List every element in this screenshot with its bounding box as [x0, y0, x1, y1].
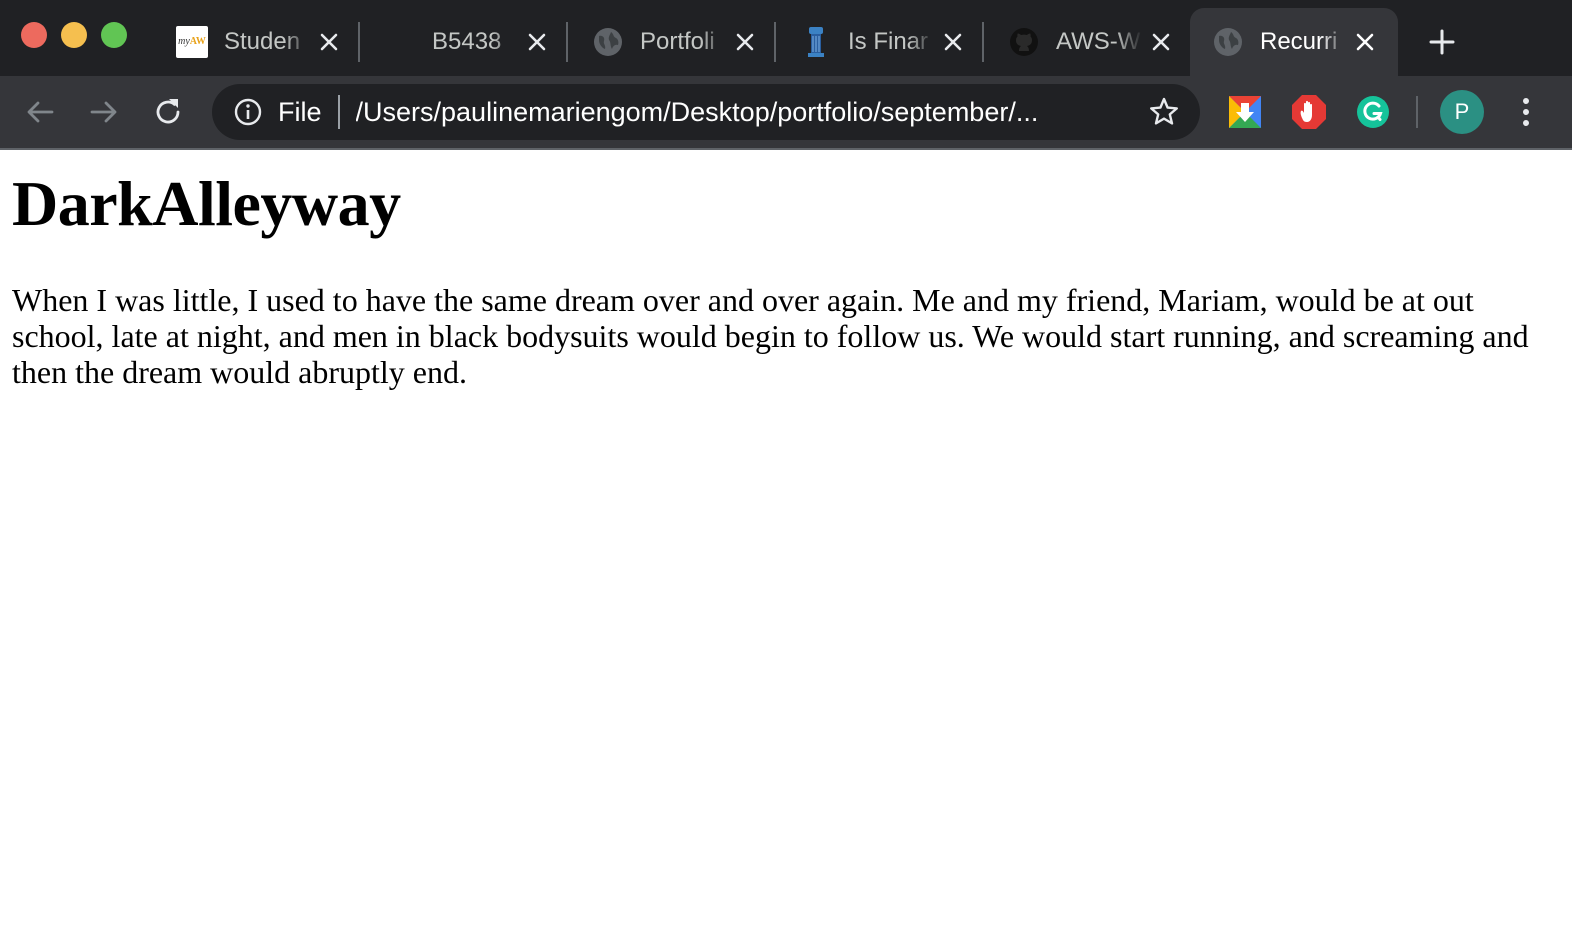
tab-title: Studen	[224, 28, 301, 55]
new-tab-button[interactable]	[1422, 22, 1462, 62]
globe-icon	[1212, 26, 1244, 58]
address-bar[interactable]: File /Users/paulinemariengom/Desktop/por…	[212, 84, 1200, 140]
omnibox-divider	[337, 95, 340, 129]
tab-separator	[358, 22, 360, 62]
grammarly-icon[interactable]	[1355, 94, 1391, 130]
window-controls	[21, 22, 127, 48]
tab-strip: myAW Studen B5438 Portfoli Is Finar AWS-…	[0, 0, 1572, 76]
page-heading: DarkAlleyway	[12, 168, 401, 239]
close-icon[interactable]	[940, 29, 966, 55]
github-icon	[1008, 26, 1040, 58]
myaw-logo-icon: myAW	[176, 26, 208, 58]
tab-title: Portfoli	[640, 28, 715, 55]
page-content: DarkAlleyway When I was little, I used t…	[0, 168, 1572, 391]
blank-favicon-icon	[384, 26, 416, 58]
tab-portfolio[interactable]: Portfoli	[570, 8, 778, 76]
google-drive-download-icon[interactable]	[1227, 94, 1263, 130]
tab-is-finar[interactable]: Is Finar	[778, 8, 986, 76]
browser-chrome: myAW Studen B5438 Portfoli Is Finar AWS-…	[0, 0, 1572, 150]
tab-separator	[774, 22, 776, 62]
back-button[interactable]	[20, 92, 60, 132]
tab-title: Is Finar	[848, 28, 929, 55]
toolbar-separator	[1416, 96, 1418, 128]
reload-button[interactable]	[148, 92, 188, 132]
tower-icon	[800, 26, 832, 58]
tab-title: Recurri	[1260, 28, 1338, 55]
close-icon[interactable]	[732, 29, 758, 55]
close-icon[interactable]	[1352, 29, 1378, 55]
tab-aws-w[interactable]: AWS-W	[986, 8, 1194, 76]
tab-title: B5438	[432, 28, 502, 55]
adblock-hand-icon[interactable]	[1291, 94, 1327, 130]
tab-title: AWS-W	[1056, 28, 1141, 55]
scheme-label: File	[278, 96, 322, 127]
tab-separator	[566, 22, 568, 62]
tab-b5438[interactable]: B5438	[362, 8, 570, 76]
window-minimize-button[interactable]	[61, 22, 87, 48]
profile-avatar[interactable]: P	[1440, 90, 1484, 134]
page-paragraph: When I was little, I used to have the sa…	[12, 282, 1529, 390]
close-icon[interactable]	[1148, 29, 1174, 55]
close-icon[interactable]	[524, 29, 550, 55]
window-maximize-button[interactable]	[101, 22, 127, 48]
info-icon[interactable]	[234, 98, 262, 126]
close-icon[interactable]	[316, 29, 342, 55]
globe-icon	[592, 26, 624, 58]
tab-studen[interactable]: myAW Studen	[154, 8, 362, 76]
browser-toolbar: File /Users/paulinemariengom/Desktop/por…	[0, 76, 1572, 150]
tab-separator	[982, 22, 984, 62]
tab-recurring[interactable]: Recurri	[1190, 8, 1398, 76]
bookmark-star-icon[interactable]	[1148, 96, 1180, 128]
window-close-button[interactable]	[21, 22, 47, 48]
forward-button[interactable]	[84, 92, 124, 132]
more-menu-icon[interactable]	[1512, 94, 1540, 130]
url-text[interactable]: /Users/paulinemariengom/Desktop/portfoli…	[356, 97, 1116, 128]
